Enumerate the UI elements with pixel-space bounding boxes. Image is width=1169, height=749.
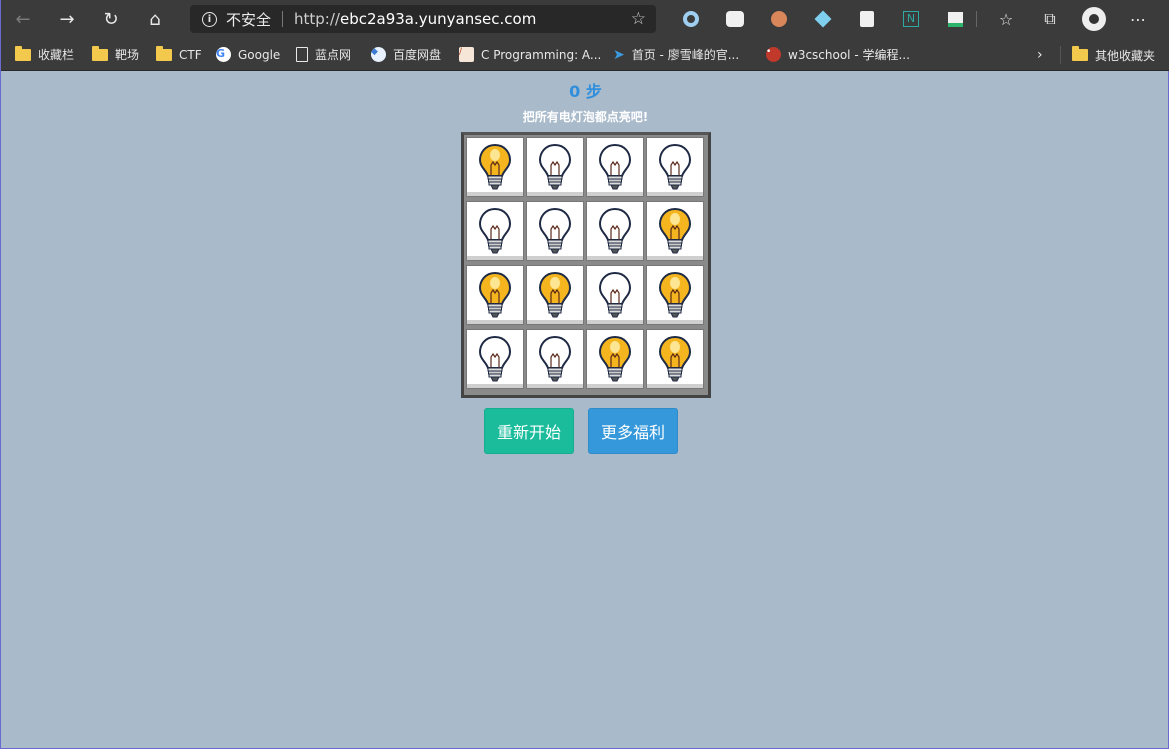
extension-diamond-icon[interactable]	[801, 0, 845, 38]
url-text[interactable]: http://ebc2a93a.yunyansec.com	[294, 10, 536, 28]
lightbulb-off-icon	[597, 143, 633, 191]
more-benefits-button[interactable]: 更多福利	[588, 408, 678, 454]
game-hint: 把所有电灯泡都点亮吧!	[522, 110, 649, 124]
lightbulb-on-icon	[597, 335, 633, 383]
bookmark-item[interactable]: ◆ 百度网盘	[371, 38, 441, 71]
w3cschool-icon: •	[766, 47, 781, 62]
bulb-cell[interactable]	[586, 201, 644, 261]
favorite-star-icon[interactable]: ☆	[631, 9, 646, 29]
bulb-cell[interactable]	[466, 265, 524, 325]
lightbulb-on-icon	[537, 271, 573, 319]
lightbulb-board	[461, 132, 711, 398]
step-counter: 0 步	[569, 82, 602, 101]
bulb-cell[interactable]	[466, 329, 524, 389]
lightbulb-off-icon	[537, 207, 573, 255]
folder-icon	[1072, 46, 1088, 61]
extension-owl-icon[interactable]	[757, 0, 801, 38]
bookmark-item[interactable]: 蓝点网	[296, 38, 351, 71]
extension-eyes-icon[interactable]	[713, 0, 757, 38]
bulb-cell[interactable]	[526, 265, 584, 325]
url-host: ebc2a93a.yunyansec.com	[339, 10, 537, 28]
bulb-cell[interactable]	[646, 137, 704, 197]
lightbulb-off-icon	[537, 143, 573, 191]
home-icon[interactable]: ⌂	[133, 0, 177, 38]
lightbulb-on-icon	[657, 335, 693, 383]
bookmark-label: Google	[238, 47, 281, 62]
restart-button[interactable]: 重新开始	[484, 408, 574, 454]
favorites-icon[interactable]: ☆	[984, 0, 1028, 38]
bookmark-label: w3cschool - 学编程...	[788, 48, 910, 62]
extension-n-icon[interactable]: N	[889, 0, 933, 38]
toolbar-divider	[976, 11, 977, 27]
bookmarks-bar: 收藏栏 靶场 CTF G Google 蓝点网 ◆ 百度网盘 ∕ C Programm…	[1, 38, 1169, 71]
bulb-cell[interactable]	[526, 329, 584, 389]
extension-icons: N	[669, 0, 977, 38]
bulb-cell[interactable]	[646, 201, 704, 261]
folder-icon	[15, 45, 31, 61]
bookmark-item[interactable]: 收藏栏	[15, 38, 74, 71]
extension-ring-icon[interactable]	[669, 0, 713, 38]
bulb-cell[interactable]	[646, 329, 704, 389]
info-icon[interactable]: i	[202, 11, 217, 27]
bookmarks-overflow-chevron-icon[interactable]: ›	[1037, 38, 1043, 71]
c-programming-icon: ∕	[459, 47, 474, 62]
toolbar-right-icons: ☆ ⧉ ⋯	[984, 0, 1160, 38]
lightbulb-off-icon	[537, 335, 573, 383]
forward-arrow-icon[interactable]: →	[45, 0, 89, 38]
bulb-cell[interactable]	[586, 329, 644, 389]
lightbulb-off-icon	[477, 207, 513, 255]
bulb-cell[interactable]	[466, 201, 524, 261]
profile-avatar[interactable]	[1072, 0, 1116, 38]
lightbulb-on-icon	[477, 143, 513, 191]
extension-green-icon[interactable]	[933, 0, 977, 38]
insecure-label[interactable]: 不安全	[226, 9, 271, 30]
bookmark-label: 靶场	[115, 48, 140, 62]
bookmark-item[interactable]: CTF	[156, 38, 202, 71]
lightbulb-on-icon	[657, 207, 693, 255]
baidu-pan-icon: ◆	[371, 47, 386, 62]
bookmark-label: 百度网盘	[393, 48, 442, 62]
rocket-icon: ➤	[613, 46, 625, 63]
extension-face-icon[interactable]	[845, 0, 889, 38]
other-bookmarks[interactable]: 其他收藏夹	[1060, 46, 1155, 64]
bookmark-item[interactable]: ∕ C Programming: A...	[459, 38, 601, 71]
lightbulb-on-icon	[657, 271, 693, 319]
bookmark-item[interactable]: 靶场	[92, 38, 139, 71]
lightbulb-on-icon	[477, 271, 513, 319]
folder-icon	[92, 45, 108, 61]
google-icon: G	[216, 47, 231, 62]
lightbulb-off-icon	[597, 207, 633, 255]
folder-icon	[156, 45, 172, 61]
bookmark-label: 蓝点网	[315, 48, 352, 62]
lightbulb-off-icon	[657, 143, 693, 191]
bookmark-label: C Programming: A...	[481, 47, 602, 62]
more-menu-icon[interactable]: ⋯	[1116, 0, 1160, 38]
bulb-cell[interactable]	[526, 201, 584, 261]
bookmark-label: 收藏栏	[38, 48, 75, 62]
bookmark-item[interactable]: • w3cschool - 学编程...	[766, 38, 910, 71]
bookmark-label: 首页 - 廖雪峰的官...	[631, 48, 740, 62]
bulb-cell[interactable]	[526, 137, 584, 197]
bookmark-item[interactable]: G Google	[216, 38, 280, 71]
bulb-cell[interactable]	[586, 137, 644, 197]
url-prefix: http://	[294, 10, 340, 28]
lightbulb-off-icon	[597, 271, 633, 319]
bulb-cell[interactable]	[646, 265, 704, 325]
refresh-icon[interactable]: ↻	[89, 0, 133, 38]
bookmark-item[interactable]: ➤ 首页 - 廖雪峰的官...	[613, 38, 739, 71]
bulb-cell[interactable]	[586, 265, 644, 325]
page-icon	[296, 47, 308, 62]
address-bar[interactable]: i 不安全 http://ebc2a93a.yunyansec.com ☆	[190, 5, 656, 33]
address-divider	[282, 11, 284, 27]
avatar	[1082, 7, 1106, 31]
collections-icon[interactable]: ⧉	[1028, 0, 1072, 38]
back-arrow-icon[interactable]: ←	[1, 0, 45, 38]
other-bookmarks-label: 其他收藏夹	[1095, 48, 1156, 63]
bulb-cell[interactable]	[466, 137, 524, 197]
lightbulb-off-icon	[477, 335, 513, 383]
bookmark-label: CTF	[179, 47, 202, 62]
